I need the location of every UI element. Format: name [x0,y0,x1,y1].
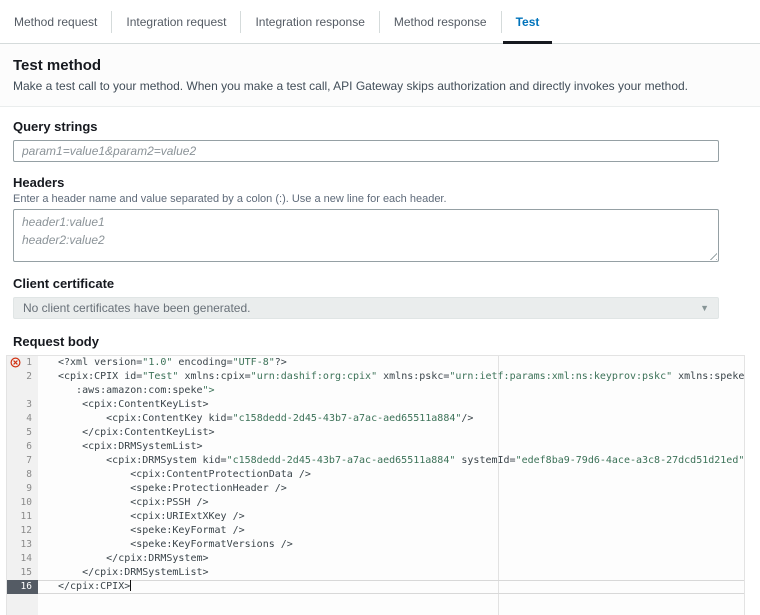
code-text: <cpix:PSSH /> [38,496,744,510]
code-text: :aws:amazon:com:speke"> [38,384,744,398]
query-strings-input[interactable] [13,140,719,162]
code-line[interactable]: 8 <cpix:ContentProtectionData /> [7,468,744,482]
request-body-editor-rows: 1<?xml version="1.0" encoding="UTF-8"?>2… [7,356,744,594]
code-line[interactable]: 5 </cpix:ContentKeyList> [7,426,744,440]
line-number: 11 [7,510,38,524]
request-body-editor[interactable]: 1<?xml version="1.0" encoding="UTF-8"?>2… [6,355,745,615]
tab-integration-response[interactable]: Integration response [241,0,378,43]
client-certificate-value: No client certificates have been generat… [23,301,250,315]
line-number: 14 [7,552,38,566]
code-text: </cpix:ContentKeyList> [38,426,744,440]
code-text: </cpix:CPIX> [38,580,744,594]
line-number: 7 [7,454,38,468]
tab-label: Test [516,15,540,29]
tab-bar: Method request Integration request Integra… [0,0,760,44]
main-content: Query strings Headers Enter a header nam… [0,119,760,615]
tab-test[interactable]: Test [502,0,554,43]
tab-label: Integration response [255,15,364,29]
tab-label: Method request [14,15,97,29]
line-number: 5 [7,426,38,440]
code-text: <cpix:ContentKey kid="c158dedd-2d45-43b7… [38,412,744,426]
code-line[interactable]: 1<?xml version="1.0" encoding="UTF-8"?> [7,356,744,370]
line-number: 2 [7,370,38,384]
line-number: 4 [7,412,38,426]
tab-method-request[interactable]: Method request [0,0,111,43]
client-certificate-select[interactable]: No client certificates have been generat… [13,297,719,319]
code-line[interactable]: 14 </cpix:DRMSystem> [7,552,744,566]
code-text: <speke:ProtectionHeader /> [38,482,744,496]
code-line[interactable]: 15 </cpix:DRMSystemList> [7,566,744,580]
line-number: 16 [7,580,38,594]
test-method-header: Test method Make a test call to your met… [0,44,760,107]
code-line[interactable]: 3 <cpix:ContentKeyList> [7,398,744,412]
code-line[interactable]: 16</cpix:CPIX> [7,580,744,594]
code-text: <cpix:URIExtXKey /> [38,510,744,524]
code-line[interactable]: 4 <cpix:ContentKey kid="c158dedd-2d45-43… [7,412,744,426]
code-text: <cpix:ContentKeyList> [38,398,744,412]
code-line[interactable]: 12 <speke:KeyFormat /> [7,524,744,538]
line-number: 10 [7,496,38,510]
code-text: <cpix:DRMSystemList> [38,440,744,454]
request-body-label: Request body [13,334,719,349]
tab-integration-request[interactable]: Integration request [112,0,240,43]
code-line[interactable]: 13 <speke:KeyFormatVersions /> [7,538,744,552]
active-tab-underline [503,41,553,44]
tab-method-response[interactable]: Method response [380,0,501,43]
code-line[interactable]: :aws:amazon:com:speke"> [7,384,744,398]
line-number: 13 [7,538,38,552]
client-certificate-label: Client certificate [13,276,719,291]
headers-textarea[interactable] [13,209,719,262]
chevron-down-icon: ▼ [700,304,709,313]
code-text: <?xml version="1.0" encoding="UTF-8"?> [38,356,744,370]
code-line[interactable]: 6 <cpix:DRMSystemList> [7,440,744,454]
code-text: <cpix:CPIX id="Test" xmlns:cpix="urn:das… [38,370,745,384]
line-number: 3 [7,398,38,412]
text-cursor [130,580,131,591]
line-number: 15 [7,566,38,580]
line-number: 6 [7,440,38,454]
code-text: <cpix:ContentProtectionData /> [38,468,744,482]
code-line[interactable]: 10 <cpix:PSSH /> [7,496,744,510]
page-title: Test method [13,57,745,74]
code-text: </cpix:DRMSystemList> [38,566,744,580]
tab-label: Method response [394,15,487,29]
line-number: 9 [7,482,38,496]
code-text: <speke:KeyFormatVersions /> [38,538,744,552]
code-line[interactable]: 2<cpix:CPIX id="Test" xmlns:cpix="urn:da… [7,370,744,384]
headers-label: Headers [13,175,719,190]
code-line[interactable]: 7 <cpix:DRMSystem kid="c158dedd-2d45-43b… [7,454,744,468]
code-text: <cpix:DRMSystem kid="c158dedd-2d45-43b7-… [38,454,745,468]
code-line[interactable]: 11 <cpix:URIExtXKey /> [7,510,744,524]
headers-help-text: Enter a header name and value separated … [13,193,719,205]
code-line[interactable]: 9 <speke:ProtectionHeader /> [7,482,744,496]
line-number: 8 [7,468,38,482]
page-description: Make a test call to your method. When yo… [13,79,745,93]
code-text: <speke:KeyFormat /> [38,524,744,538]
code-text: </cpix:DRMSystem> [38,552,744,566]
tab-label: Integration request [126,15,226,29]
query-strings-label: Query strings [13,119,719,134]
line-number [7,384,38,398]
line-number: 12 [7,524,38,538]
